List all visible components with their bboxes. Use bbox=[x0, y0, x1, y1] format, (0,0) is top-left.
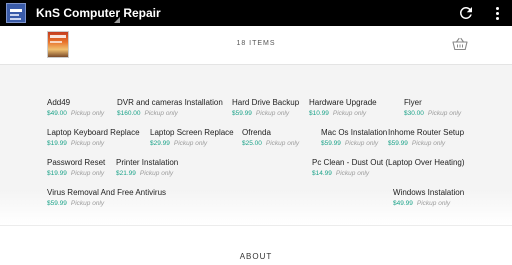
product-item[interactable]: Laptop Keyboard Replace $19.99 Pickup onl… bbox=[47, 128, 140, 148]
product-pickup: Pickup only bbox=[70, 170, 105, 177]
app-logo bbox=[6, 3, 26, 23]
product-price: $30.00 bbox=[404, 110, 424, 117]
product-price: $14.99 bbox=[312, 170, 332, 177]
item-count: 18 ITEMS bbox=[236, 40, 276, 47]
product-pickup: Pickup only bbox=[139, 170, 174, 177]
product-price: $49.99 bbox=[393, 200, 413, 207]
product-item[interactable]: Virus Removal And Free Antivirus $59.99 P… bbox=[47, 188, 166, 208]
product-price: $59.99 bbox=[321, 140, 341, 147]
product-item[interactable]: Flyer $30.00 Pickup only bbox=[404, 98, 461, 118]
product-name: Printer Instalation bbox=[116, 158, 179, 167]
product-pickup: Pickup only bbox=[332, 110, 367, 117]
product-name: Virus Removal And Free Antivirus bbox=[47, 188, 167, 197]
product-name: Laptop Screen Replace bbox=[150, 128, 234, 137]
title-dropdown-icon[interactable] bbox=[114, 17, 120, 23]
product-price: $59.99 bbox=[47, 200, 67, 207]
product-price: $59.99 bbox=[232, 110, 252, 117]
product-item[interactable]: Windows Instalation $49.99 Pickup only bbox=[393, 188, 464, 208]
refresh-button[interactable] bbox=[457, 4, 475, 22]
refresh-icon bbox=[459, 6, 472, 19]
product-pickup: Pickup only bbox=[335, 170, 370, 177]
product-pickup: Pickup only bbox=[344, 140, 379, 147]
product-price: $29.99 bbox=[150, 140, 170, 147]
product-name: Hard Drive Backup bbox=[232, 98, 300, 107]
product-price: $160.00 bbox=[117, 110, 141, 117]
product-item[interactable]: Inhome Router Setup $59.99 Pickup only bbox=[388, 128, 464, 148]
product-price: $49.00 bbox=[47, 110, 67, 117]
product-name: Mac Os Instalation bbox=[321, 128, 388, 137]
product-name: Flyer bbox=[404, 98, 422, 107]
product-pickup: Pickup only bbox=[416, 200, 451, 207]
product-name: Pc Clean - Dust Out (Laptop Over Heating… bbox=[312, 158, 465, 167]
product-name: Password Reset bbox=[47, 158, 106, 167]
product-name: DVR and cameras Installation bbox=[117, 98, 223, 107]
product-pickup: Pickup only bbox=[265, 140, 300, 147]
product-item[interactable]: Printer Instalation $21.99 Pickup only bbox=[116, 158, 178, 178]
product-pickup: Pickup only bbox=[173, 140, 208, 147]
app-title: KnS Computer Repair bbox=[36, 6, 161, 20]
product-name: Hardware Upgrade bbox=[309, 98, 377, 107]
product-name: Add49 bbox=[47, 98, 71, 107]
product-pickup: Pickup only bbox=[427, 110, 462, 117]
about-link[interactable]: ABOUT bbox=[0, 252, 512, 261]
product-name: Windows Instalation bbox=[393, 188, 465, 197]
product-item[interactable]: Add49 $49.00 Pickup only bbox=[47, 98, 104, 118]
product-item[interactable]: Password Reset $19.99 Pickup only bbox=[47, 158, 105, 178]
product-pickup: Pickup only bbox=[144, 110, 178, 117]
cart-header: 18 ITEMS bbox=[0, 26, 512, 65]
product-item[interactable]: Ofrenda $25.00 Pickup only bbox=[242, 128, 299, 148]
product-pickup: Pickup only bbox=[70, 140, 105, 147]
product-item[interactable]: Mac Os Instalation $59.99 Pickup only bbox=[321, 128, 387, 148]
product-pickup: Pickup only bbox=[70, 110, 105, 117]
product-list: Add49 $49.00 Pickup only DVR and cameras … bbox=[0, 65, 512, 225]
product-item[interactable]: Hardware Upgrade $10.99 Pickup only bbox=[309, 98, 377, 118]
product-price: $25.00 bbox=[242, 140, 262, 147]
product-price: $10.99 bbox=[309, 110, 329, 117]
more-vert-icon[interactable] bbox=[491, 4, 503, 22]
product-pickup: Pickup only bbox=[411, 140, 446, 147]
product-item[interactable]: Laptop Screen Replace $29.99 Pickup only bbox=[150, 128, 234, 148]
product-item[interactable]: Hard Drive Backup $59.99 Pickup only bbox=[232, 98, 299, 118]
product-pickup: Pickup only bbox=[255, 110, 290, 117]
product-price: $21.99 bbox=[116, 170, 136, 177]
product-pickup: Pickup only bbox=[70, 200, 105, 207]
product-price: $19.99 bbox=[47, 170, 67, 177]
app-bar: KnS Computer Repair bbox=[0, 0, 512, 26]
product-item[interactable]: DVR and cameras Installation $160.00 Pick… bbox=[117, 98, 223, 118]
product-name: Laptop Keyboard Replace bbox=[47, 128, 140, 137]
footer: ABOUT bbox=[0, 225, 512, 265]
product-price: $59.99 bbox=[388, 140, 408, 147]
product-item[interactable]: Pc Clean - Dust Out (Laptop Over Heating… bbox=[312, 158, 465, 178]
shopping-basket-icon[interactable] bbox=[452, 37, 468, 51]
product-name: Inhome Router Setup bbox=[388, 128, 465, 137]
product-name: Ofrenda bbox=[242, 128, 271, 137]
product-price: $19.99 bbox=[47, 140, 67, 147]
